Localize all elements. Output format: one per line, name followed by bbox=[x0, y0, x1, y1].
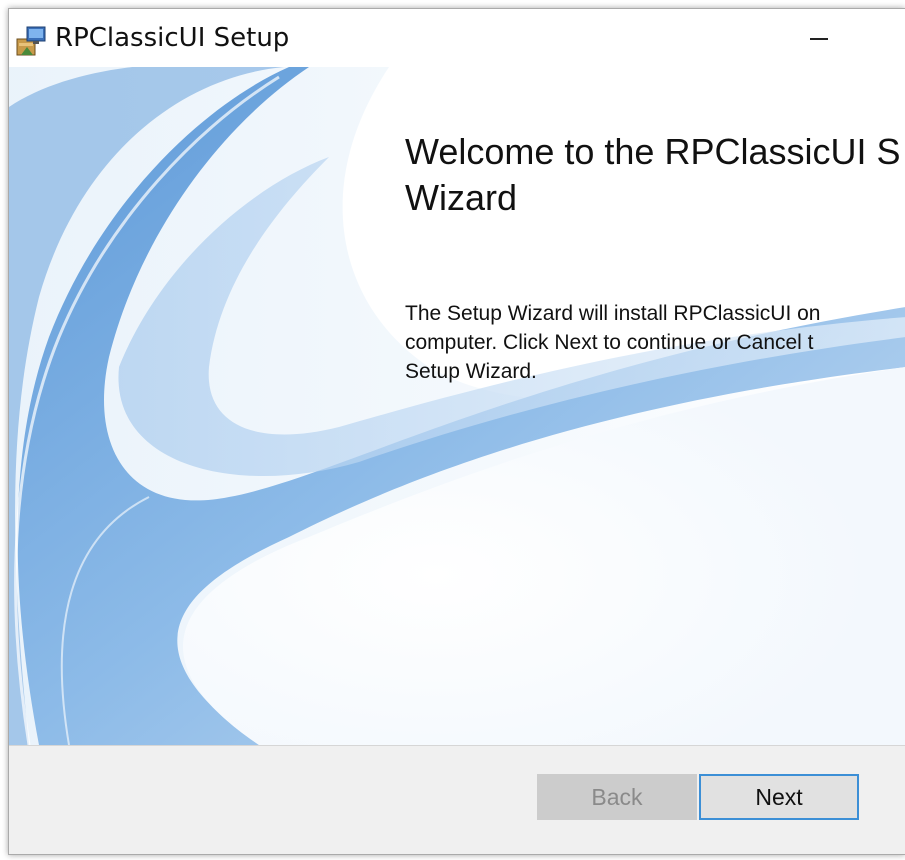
welcome-banner: Welcome to the RPClassicUI S Wizard The … bbox=[9, 67, 905, 745]
welcome-heading: Welcome to the RPClassicUI S Wizard bbox=[405, 131, 901, 218]
next-button[interactable]: Next bbox=[699, 774, 859, 820]
back-button[interactable]: Back bbox=[537, 774, 697, 820]
installer-package-icon bbox=[15, 25, 47, 57]
title-bar: RPClassicUI Setup bbox=[9, 9, 905, 67]
button-bar: Back Next bbox=[9, 745, 905, 854]
minimize-icon bbox=[810, 38, 828, 40]
window-title: RPClassicUI Setup bbox=[55, 23, 290, 53]
setup-window: RPClassicUI Setup Welcome to the RPClass… bbox=[8, 8, 905, 855]
minimize-button[interactable] bbox=[789, 19, 849, 59]
welcome-description: The Setup Wizard will install RPClassicU… bbox=[405, 302, 821, 383]
